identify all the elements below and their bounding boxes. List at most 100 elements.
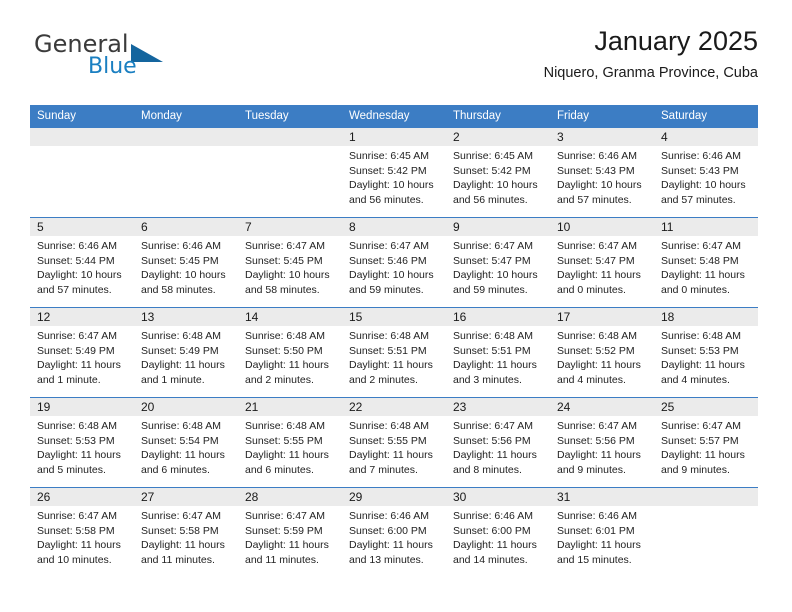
daylight-text-line1: Daylight: 11 hours — [557, 359, 641, 372]
day-number: 3 — [550, 128, 654, 146]
daylight-text-line2: and 10 minutes. — [37, 553, 112, 566]
calendar-day-cell[interactable]: 12 Sunrise: 6:47 AM Sunset: 5:49 PM Dayligh… — [30, 307, 134, 398]
daylight-text-line2: and 7 minutes. — [349, 463, 418, 476]
sunrise-text: Sunrise: 6:46 AM — [557, 510, 637, 522]
day-details: Sunrise: 6:47 AM Sunset: 5:59 PM Daylight:… — [238, 506, 342, 567]
day-number: 7 — [238, 218, 342, 236]
day-details: Sunrise: 6:46 AM Sunset: 5:43 PM Daylight:… — [654, 146, 758, 207]
calendar-day-cell[interactable]: 6 Sunrise: 6:46 AM Sunset: 5:45 PM Daylight… — [134, 217, 238, 308]
calendar-day-cell[interactable]: 26 Sunrise: 6:47 AM Sunset: 5:58 PM Dayligh… — [30, 487, 134, 578]
daylight-text-line1: Daylight: 11 hours — [349, 449, 433, 462]
calendar-day-cell[interactable]: 1 Sunrise: 6:45 AM Sunset: 5:42 PM Daylight… — [342, 127, 446, 218]
calendar-day-cell[interactable]: 13 Sunrise: 6:48 AM Sunset: 5:49 PM Dayligh… — [134, 307, 238, 398]
sunset-text: Sunset: 5:55 PM — [245, 434, 323, 447]
daylight-text-line1: Daylight: 10 hours — [453, 179, 538, 192]
calendar-day-cell[interactable]: 31 Sunrise: 6:46 AM Sunset: 6:01 PM Dayligh… — [550, 487, 654, 578]
day-number: 2 — [446, 128, 550, 146]
calendar-day-cell[interactable]: 5 Sunrise: 6:46 AM Sunset: 5:44 PM Daylight… — [30, 217, 134, 308]
calendar-day-cell[interactable]: 11 Sunrise: 6:47 AM Sunset: 5:48 PM Dayligh… — [654, 217, 758, 308]
daylight-text-line1: Daylight: 11 hours — [349, 359, 433, 372]
general-blue-logo[interactable]: General Blue — [34, 32, 244, 88]
day-details: Sunrise: 6:48 AM Sunset: 5:55 PM Daylight:… — [238, 416, 342, 477]
day-number: 17 — [550, 308, 654, 326]
sunset-text: Sunset: 5:45 PM — [141, 254, 219, 267]
calendar-week-row: 5 Sunrise: 6:46 AM Sunset: 5:44 PM Daylight… — [30, 217, 758, 308]
sunset-text: Sunset: 5:42 PM — [453, 164, 531, 177]
day-number — [238, 128, 342, 146]
daylight-text-line2: and 1 minute. — [37, 373, 101, 386]
day-details: Sunrise: 6:48 AM Sunset: 5:50 PM Daylight:… — [238, 326, 342, 387]
day-details: Sunrise: 6:47 AM Sunset: 5:47 PM Daylight:… — [550, 236, 654, 297]
daylight-text-line2: and 58 minutes. — [245, 283, 320, 296]
calendar-day-cell[interactable]: 21 Sunrise: 6:48 AM Sunset: 5:55 PM Dayligh… — [238, 397, 342, 488]
day-number: 23 — [446, 398, 550, 416]
sunrise-text: Sunrise: 6:47 AM — [453, 420, 533, 432]
daylight-text-line1: Daylight: 11 hours — [453, 359, 537, 372]
calendar-day-cell[interactable]: 8 Sunrise: 6:47 AM Sunset: 5:46 PM Daylight… — [342, 217, 446, 308]
day-details: Sunrise: 6:45 AM Sunset: 5:42 PM Daylight:… — [446, 146, 550, 207]
calendar-day-cell[interactable]: 24 Sunrise: 6:47 AM Sunset: 5:56 PM Dayligh… — [550, 397, 654, 488]
daylight-text-line1: Daylight: 11 hours — [453, 449, 537, 462]
daylight-text-line2: and 3 minutes. — [453, 373, 522, 386]
calendar-day-cell-empty — [654, 487, 758, 578]
daylight-text-line2: and 59 minutes. — [453, 283, 528, 296]
calendar-day-cell[interactable]: 15 Sunrise: 6:48 AM Sunset: 5:51 PM Dayligh… — [342, 307, 446, 398]
day-number: 27 — [134, 488, 238, 506]
calendar-day-cell[interactable]: 10 Sunrise: 6:47 AM Sunset: 5:47 PM Dayligh… — [550, 217, 654, 308]
calendar-day-cell[interactable]: 7 Sunrise: 6:47 AM Sunset: 5:45 PM Daylight… — [238, 217, 342, 308]
daylight-text-line2: and 4 minutes. — [661, 373, 730, 386]
day-details: Sunrise: 6:46 AM Sunset: 6:01 PM Daylight:… — [550, 506, 654, 567]
calendar-day-cell[interactable]: 20 Sunrise: 6:48 AM Sunset: 5:54 PM Dayligh… — [134, 397, 238, 488]
calendar-day-cell[interactable]: 9 Sunrise: 6:47 AM Sunset: 5:47 PM Daylight… — [446, 217, 550, 308]
sunrise-text: Sunrise: 6:48 AM — [37, 420, 117, 432]
calendar-day-cell[interactable]: 23 Sunrise: 6:47 AM Sunset: 5:56 PM Dayligh… — [446, 397, 550, 488]
weekday-header-tuesday: Tuesday — [238, 105, 342, 128]
day-details: Sunrise: 6:48 AM Sunset: 5:49 PM Daylight:… — [134, 326, 238, 387]
daylight-text-line1: Daylight: 10 hours — [349, 269, 434, 282]
sunrise-text: Sunrise: 6:48 AM — [245, 330, 325, 342]
day-details: Sunrise: 6:48 AM Sunset: 5:53 PM Daylight:… — [654, 326, 758, 387]
sunset-text: Sunset: 5:59 PM — [245, 524, 323, 537]
day-details: Sunrise: 6:47 AM Sunset: 5:56 PM Daylight:… — [446, 416, 550, 477]
calendar-day-cell[interactable]: 2 Sunrise: 6:45 AM Sunset: 5:42 PM Daylight… — [446, 127, 550, 218]
calendar-day-cell[interactable]: 18 Sunrise: 6:48 AM Sunset: 5:53 PM Dayligh… — [654, 307, 758, 398]
calendar-day-cell[interactable]: 28 Sunrise: 6:47 AM Sunset: 5:59 PM Dayligh… — [238, 487, 342, 578]
daylight-text-line1: Daylight: 11 hours — [245, 539, 329, 552]
daylight-text-line1: Daylight: 11 hours — [37, 539, 121, 552]
day-number: 12 — [30, 308, 134, 326]
day-number: 16 — [446, 308, 550, 326]
sunset-text: Sunset: 5:50 PM — [245, 344, 323, 357]
calendar-day-cell[interactable]: 27 Sunrise: 6:47 AM Sunset: 5:58 PM Dayligh… — [134, 487, 238, 578]
daylight-text-line2: and 58 minutes. — [141, 283, 216, 296]
day-number: 14 — [238, 308, 342, 326]
weekday-header-monday: Monday — [134, 105, 238, 128]
calendar-day-cell[interactable]: 16 Sunrise: 6:48 AM Sunset: 5:51 PM Dayligh… — [446, 307, 550, 398]
calendar-day-cell[interactable]: 3 Sunrise: 6:46 AM Sunset: 5:43 PM Daylight… — [550, 127, 654, 218]
sunset-text: Sunset: 5:42 PM — [349, 164, 427, 177]
sunrise-text: Sunrise: 6:47 AM — [245, 510, 325, 522]
sunrise-text: Sunrise: 6:48 AM — [141, 330, 221, 342]
day-number: 13 — [134, 308, 238, 326]
calendar-week-row: 1 Sunrise: 6:45 AM Sunset: 5:42 PM Daylight… — [30, 127, 758, 218]
day-details: Sunrise: 6:47 AM Sunset: 5:47 PM Daylight:… — [446, 236, 550, 297]
day-details: Sunrise: 6:46 AM Sunset: 5:44 PM Daylight:… — [30, 236, 134, 297]
calendar-day-cell[interactable]: 29 Sunrise: 6:46 AM Sunset: 6:00 PM Dayligh… — [342, 487, 446, 578]
calendar-day-cell[interactable]: 4 Sunrise: 6:46 AM Sunset: 5:43 PM Daylight… — [654, 127, 758, 218]
calendar-day-cell[interactable]: 17 Sunrise: 6:48 AM Sunset: 5:52 PM Dayligh… — [550, 307, 654, 398]
day-number — [654, 488, 758, 506]
calendar-day-cell[interactable]: 22 Sunrise: 6:48 AM Sunset: 5:55 PM Dayligh… — [342, 397, 446, 488]
weekday-header-wednesday: Wednesday — [342, 105, 446, 128]
sunset-text: Sunset: 5:45 PM — [245, 254, 323, 267]
sunrise-text: Sunrise: 6:47 AM — [37, 330, 117, 342]
daylight-text-line2: and 9 minutes. — [661, 463, 730, 476]
calendar-day-cell[interactable]: 14 Sunrise: 6:48 AM Sunset: 5:50 PM Dayligh… — [238, 307, 342, 398]
daylight-text-line1: Daylight: 10 hours — [141, 269, 226, 282]
calendar-day-cell[interactable]: 25 Sunrise: 6:47 AM Sunset: 5:57 PM Dayligh… — [654, 397, 758, 488]
sunrise-text: Sunrise: 6:46 AM — [349, 510, 429, 522]
day-details: Sunrise: 6:48 AM Sunset: 5:52 PM Daylight:… — [550, 326, 654, 387]
calendar-day-cell[interactable]: 19 Sunrise: 6:48 AM Sunset: 5:53 PM Dayligh… — [30, 397, 134, 488]
sunset-text: Sunset: 5:47 PM — [557, 254, 635, 267]
calendar-day-cell[interactable]: 30 Sunrise: 6:46 AM Sunset: 6:00 PM Dayligh… — [446, 487, 550, 578]
sunrise-text: Sunrise: 6:48 AM — [557, 330, 637, 342]
sunrise-text: Sunrise: 6:48 AM — [453, 330, 533, 342]
